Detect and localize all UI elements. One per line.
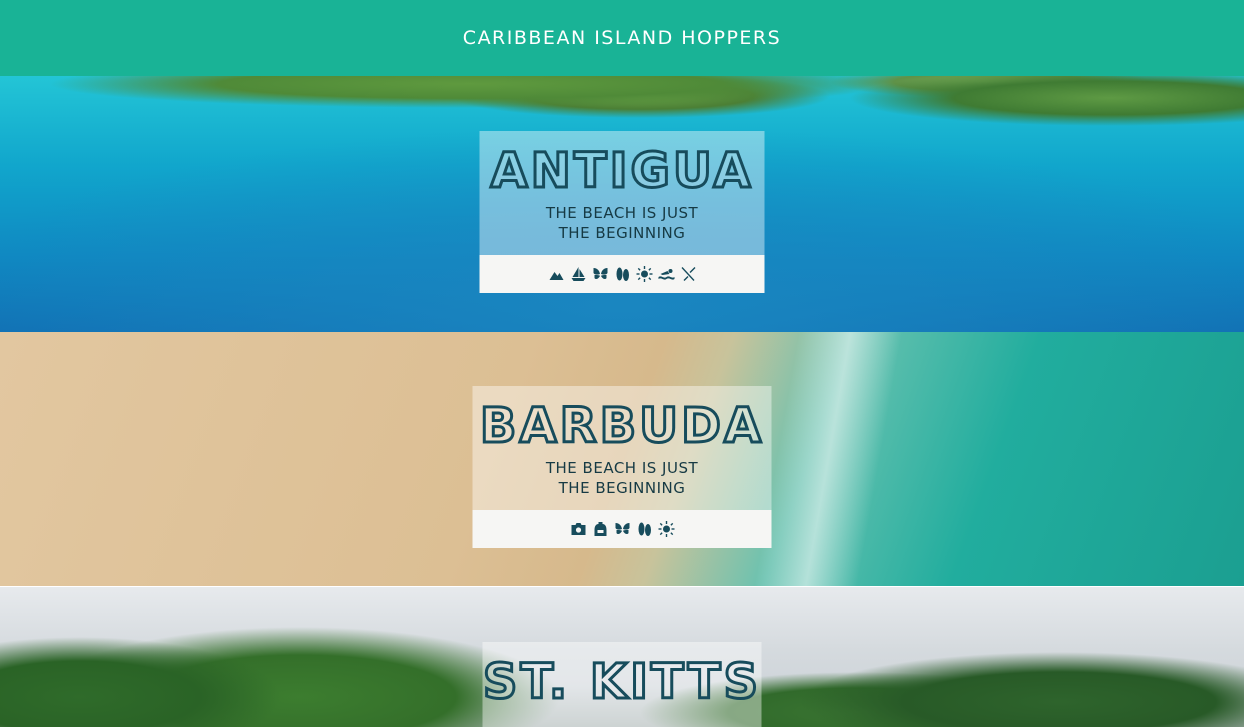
island-title: BARBUDA bbox=[478, 398, 765, 454]
island-tagline: THE BEACH IS JUST THE BEGINNING bbox=[480, 203, 765, 243]
camera-icon bbox=[569, 520, 587, 538]
swimming-icon bbox=[657, 265, 675, 283]
backpack-icon bbox=[591, 520, 609, 538]
island-section-barbuda[interactable]: BARBUDA THE BEACH IS JUST THE BEGINNING bbox=[0, 332, 1244, 586]
tagline-line-2: THE BEGINNING bbox=[558, 224, 686, 242]
activity-icons bbox=[472, 510, 772, 548]
island-card-barbuda[interactable]: BARBUDA THE BEACH IS JUST THE BEGINNING bbox=[472, 386, 772, 548]
tagline-line-1: THE BEACH IS JUST bbox=[545, 459, 699, 477]
site-title[interactable]: CARIBBEAN ISLAND HOPPERS bbox=[463, 27, 781, 49]
sailboat-icon bbox=[569, 265, 587, 283]
sun-icon bbox=[635, 265, 653, 283]
island-card-header: BARBUDA THE BEACH IS JUST THE BEGINNING bbox=[472, 386, 772, 510]
island-section-st-kitts[interactable]: ST. KITTS bbox=[0, 587, 1244, 727]
butterfly-icon bbox=[613, 520, 631, 538]
island-card-st-kitts[interactable]: ST. KITTS bbox=[481, 642, 762, 727]
sun-icon bbox=[657, 520, 675, 538]
island-card-antigua[interactable]: ANTIGUA THE BEACH IS JUST THE BEGINNING bbox=[479, 131, 765, 293]
island-tagline: THE BEACH IS JUST THE BEGINNING bbox=[473, 458, 772, 498]
tagline-line-2: THE BEGINNING bbox=[558, 479, 686, 497]
island-card-header: ANTIGUA THE BEACH IS JUST THE BEGINNING bbox=[479, 131, 765, 255]
activity-icons bbox=[479, 255, 765, 293]
flip-flops-icon bbox=[613, 265, 631, 283]
island-title: ANTIGUA bbox=[489, 143, 754, 199]
dining-icon bbox=[679, 265, 697, 283]
butterfly-icon bbox=[591, 265, 609, 283]
island-title: ST. KITTS bbox=[481, 654, 762, 710]
tagline-line-1: THE BEACH IS JUST bbox=[545, 204, 699, 222]
island-section-antigua[interactable]: ANTIGUA THE BEACH IS JUST THE BEGINNING bbox=[0, 76, 1244, 332]
hiking-icon bbox=[547, 265, 565, 283]
island-card-header: ST. KITTS bbox=[481, 642, 762, 727]
site-header: CARIBBEAN ISLAND HOPPERS bbox=[0, 0, 1244, 76]
flip-flops-icon bbox=[635, 520, 653, 538]
